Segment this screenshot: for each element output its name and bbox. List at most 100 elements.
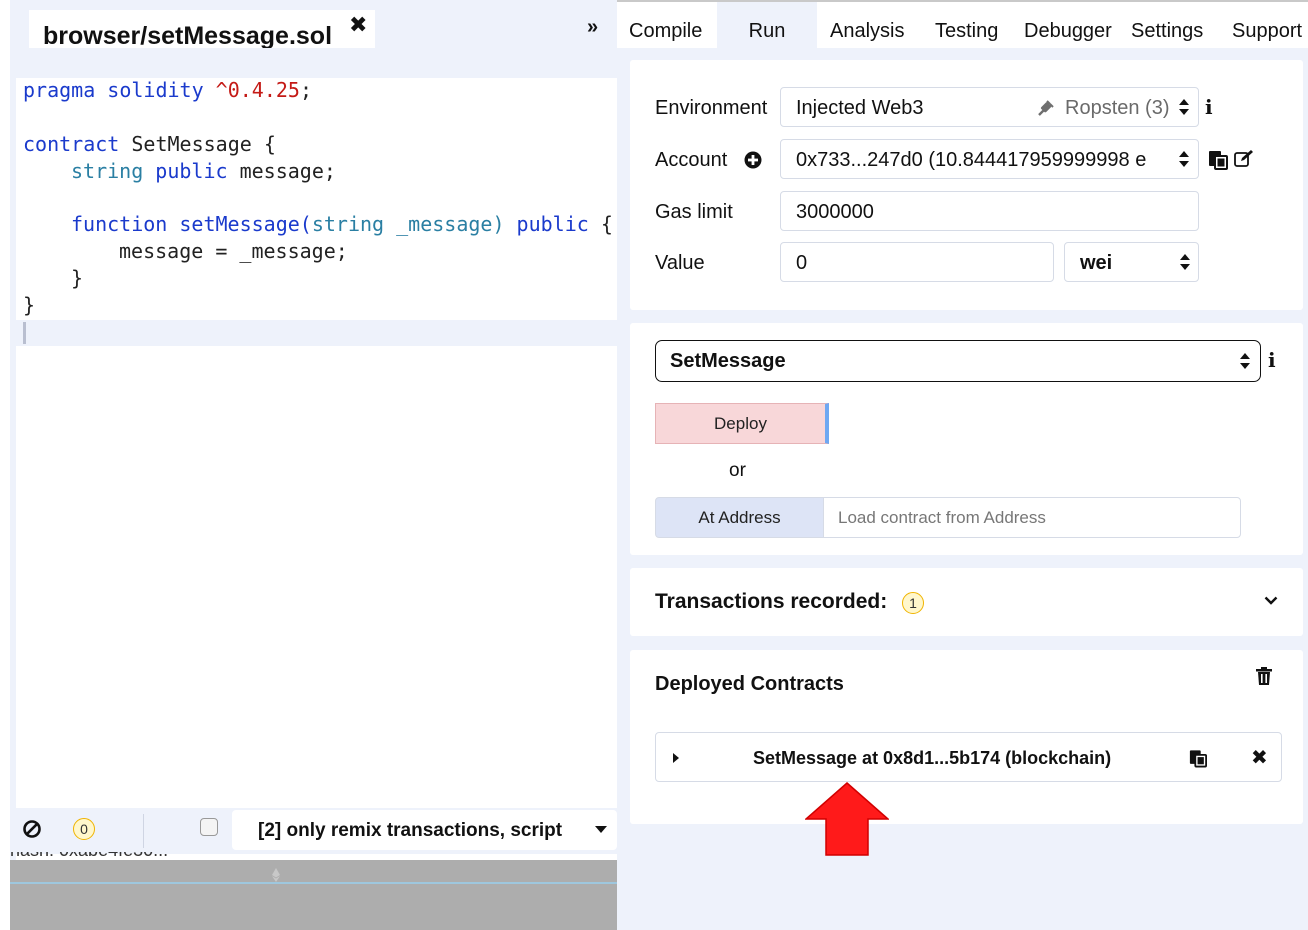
deployed-instance-label: SetMessage at 0x8d1...5b174 (blockchain) bbox=[753, 748, 1112, 768]
code-token: _message) bbox=[384, 212, 517, 236]
clipboard-copy-icon[interactable] bbox=[1208, 149, 1228, 170]
code-line-4: string public message; bbox=[71, 159, 336, 183]
deploy-button[interactable]: Deploy bbox=[655, 403, 829, 444]
updown-arrows-icon bbox=[1179, 99, 1189, 115]
caret-right-icon[interactable] bbox=[673, 753, 679, 763]
updown-arrows-icon bbox=[1179, 151, 1189, 167]
double-chevron-right-icon[interactable]: » bbox=[587, 16, 598, 39]
code-line-3: contract SetMessage { bbox=[23, 132, 276, 156]
tab-label: Testing bbox=[935, 20, 999, 42]
code-token: string bbox=[311, 212, 385, 236]
plug-icon bbox=[1038, 100, 1054, 116]
transactions-recorded-label: Transactions recorded: bbox=[655, 590, 888, 613]
code-token: function bbox=[71, 212, 168, 236]
info-icon[interactable]: i bbox=[1268, 348, 1276, 372]
tab-label: Debugger bbox=[1024, 20, 1112, 42]
gas-limit-input[interactable]: 3000000 bbox=[780, 191, 1199, 231]
tab-debugger[interactable]: Debugger bbox=[1024, 2, 1124, 48]
or-label: or bbox=[729, 460, 746, 481]
code-token: { bbox=[588, 212, 613, 236]
close-icon[interactable]: ✖ bbox=[1251, 745, 1268, 770]
code-line-9: } bbox=[23, 293, 36, 317]
code-token: setMessage( bbox=[167, 212, 312, 236]
tab-settings[interactable]: Settings bbox=[1131, 2, 1221, 48]
trash-icon[interactable] bbox=[1256, 667, 1272, 685]
tab-compile[interactable]: Compile bbox=[629, 2, 717, 48]
plus-circle-icon[interactable] bbox=[744, 151, 762, 169]
code-token: message; bbox=[227, 159, 336, 183]
code-token: contract bbox=[23, 132, 120, 156]
tab-support[interactable]: Support bbox=[1232, 2, 1308, 48]
at-address-button[interactable]: At Address bbox=[655, 497, 824, 538]
deployed-contracts-title: Deployed Contracts bbox=[655, 673, 844, 695]
deployed-contracts-card: Deployed Contracts SetMessage at 0x8d1..… bbox=[630, 650, 1303, 824]
code-line-7: message = _message; bbox=[119, 239, 348, 263]
environment-value: Injected Web3 bbox=[796, 97, 924, 119]
value-input[interactable]: 0 bbox=[780, 242, 1054, 282]
environment-label: Environment bbox=[655, 97, 768, 119]
code-token: ; bbox=[299, 78, 312, 102]
value-amount: 0 bbox=[796, 252, 808, 274]
code-line-1: pragma solidity ^0.4.25; bbox=[23, 78, 312, 102]
contract-deploy-card: SetMessage i Deploy or At Address bbox=[630, 323, 1303, 555]
console-divider bbox=[10, 882, 617, 884]
tab-testing[interactable]: Testing bbox=[935, 2, 1015, 48]
code-line-6: function setMessage(string _message) pub… bbox=[71, 212, 613, 236]
console-log-text: hash: 0xabe4fe30... bbox=[10, 852, 168, 860]
text-cursor bbox=[23, 322, 26, 344]
contract-select[interactable]: SetMessage bbox=[655, 340, 1261, 382]
load-address-input[interactable] bbox=[823, 497, 1241, 538]
account-select[interactable]: 0x733...247d0 (10.844417959999998 e bbox=[780, 139, 1199, 179]
editor-pane: browser/setMessage.sol ✖ pragma solidity… bbox=[0, 0, 617, 930]
gas-limit-value: 3000000 bbox=[796, 201, 874, 223]
close-icon[interactable]: ✖ bbox=[349, 12, 367, 38]
environment-select[interactable]: Injected Web3 Ropsten (3) bbox=[780, 87, 1199, 127]
value-label: Value bbox=[655, 252, 705, 274]
deployed-instance-row[interactable]: SetMessage at 0x8d1...5b174 (blockchain)… bbox=[655, 732, 1282, 782]
console-filter-select[interactable]: [2] only remix transactions, script bbox=[232, 810, 617, 850]
clipboard-copy-icon[interactable] bbox=[1189, 748, 1207, 768]
code-token: public bbox=[155, 159, 228, 183]
code-token: pragma solidity bbox=[23, 78, 216, 102]
chevron-down-icon[interactable] bbox=[1264, 596, 1278, 605]
tab-label: Support bbox=[1232, 20, 1303, 42]
contract-selected: SetMessage bbox=[670, 350, 786, 372]
info-icon[interactable]: i bbox=[1205, 95, 1213, 119]
transactions-count-badge: 1 bbox=[902, 592, 924, 614]
tab-label: Compile bbox=[629, 20, 703, 42]
account-value: 0x733...247d0 (10.844417959999998 e bbox=[796, 149, 1147, 171]
edit-icon[interactable] bbox=[1234, 149, 1255, 168]
active-line-highlight bbox=[16, 320, 617, 346]
panel-tabbar: » Compile Run Analysis Testing Debugger … bbox=[587, 2, 1308, 48]
console-toolbar: 0 [2] only remix transactions, script bbox=[10, 808, 617, 854]
network-label: Ropsten (3) bbox=[1065, 97, 1170, 119]
updown-arrows-icon bbox=[1180, 254, 1190, 270]
code-token: string bbox=[71, 159, 144, 183]
run-settings-card: Environment Injected Web3 Ropsten (3) i … bbox=[630, 60, 1303, 310]
console-output[interactable] bbox=[10, 860, 617, 930]
code-line-8: } bbox=[71, 266, 84, 290]
right-panel: » Compile Run Analysis Testing Debugger … bbox=[587, 0, 1308, 930]
code-token: public bbox=[516, 212, 589, 236]
caret-down-icon bbox=[595, 826, 607, 833]
tab-label: Analysis bbox=[830, 20, 905, 42]
tab-label: Settings bbox=[1131, 20, 1204, 42]
red-up-arrow-annotation bbox=[805, 782, 889, 856]
code-token: ^0.4.25 bbox=[215, 78, 300, 102]
clear-console-icon[interactable] bbox=[22, 819, 42, 839]
console-filter-label: [2] only remix transactions, script bbox=[258, 820, 563, 841]
pending-tx-badge: 0 bbox=[73, 818, 95, 840]
value-unit-select[interactable]: wei bbox=[1064, 242, 1199, 282]
listen-network-checkbox[interactable] bbox=[200, 818, 218, 836]
file-tab[interactable]: browser/setMessage.sol ✖ bbox=[29, 10, 375, 50]
file-tab-label: browser/setMessage.sol bbox=[43, 22, 333, 50]
divider bbox=[143, 814, 144, 848]
updown-arrows-icon bbox=[1240, 353, 1250, 369]
tab-label: Run bbox=[748, 20, 786, 42]
tab-analysis[interactable]: Analysis bbox=[830, 2, 920, 48]
value-unit: wei bbox=[1080, 252, 1113, 274]
transactions-recorded-card[interactable]: Transactions recorded: 1 bbox=[630, 568, 1303, 636]
code-editor[interactable]: pragma solidity ^0.4.25; contract SetMes… bbox=[16, 78, 617, 808]
code-token: SetMessage { bbox=[119, 132, 276, 156]
tab-run[interactable]: Run bbox=[717, 2, 817, 48]
